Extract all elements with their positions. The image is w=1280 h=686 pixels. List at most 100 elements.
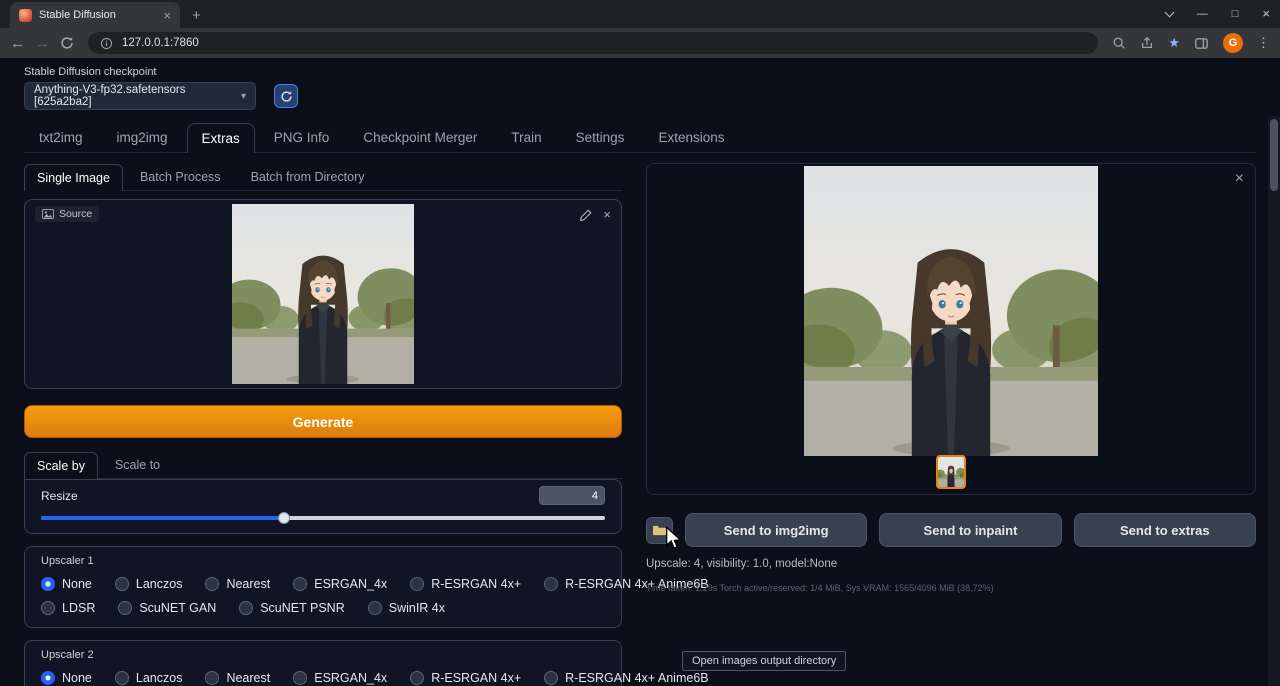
upscaler1-option-ldsr[interactable]: LDSR <box>41 601 95 615</box>
upscaler1-option-scunet-gan[interactable]: ScuNET GAN <box>118 601 216 615</box>
browser-menu-icon[interactable]: ⋮ <box>1257 35 1270 51</box>
upscaler2-option-lanczos[interactable]: Lanczos <box>115 671 183 685</box>
zoom-icon[interactable] <box>1112 36 1126 50</box>
radio-icon <box>410 577 424 591</box>
clear-image-icon[interactable]: × <box>603 207 611 222</box>
thumbnail-selected[interactable] <box>936 455 966 489</box>
tab-list-chevron-icon[interactable] <box>1164 7 1174 17</box>
window-controls: — □ × <box>1166 6 1270 21</box>
radio-icon <box>41 671 55 685</box>
slider-handle[interactable] <box>278 512 290 524</box>
radio-label: ScuNET PSNR <box>260 601 345 615</box>
profile-avatar[interactable]: G <box>1223 33 1243 53</box>
radio-icon <box>118 601 132 615</box>
site-info-icon[interactable] <box>100 37 113 50</box>
upscaler1-option-resrgan4x[interactable]: R-ESRGAN 4x+ <box>410 577 521 591</box>
browser-tab-title: Stable Diffusion <box>39 9 156 21</box>
radio-icon <box>115 671 129 685</box>
resize-slider[interactable] <box>41 516 605 520</box>
share-icon[interactable] <box>1140 36 1154 50</box>
upscaler1-option-scunet-psnr[interactable]: ScuNET PSNR <box>239 601 345 615</box>
page-scrollbar[interactable] <box>1268 116 1280 686</box>
checkpoint-section: Stable Diffusion checkpoint Anything-V3-… <box>24 66 1256 110</box>
window-close-button[interactable]: × <box>1262 6 1270 21</box>
send-to-inpaint-button[interactable]: Send to inpaint <box>879 513 1061 547</box>
edit-image-icon[interactable] <box>580 209 592 221</box>
checkpoint-value: Anything-V3-fp32.safetensors [625a2ba2] <box>34 84 241 108</box>
upscaler1-option-swinir4x[interactable]: SwinIR 4x <box>368 601 445 615</box>
tab-extras[interactable]: Extras <box>187 123 255 153</box>
toolbar-icons: ★ G ⋮ <box>1112 33 1270 53</box>
send-to-img2img-button[interactable]: Send to img2img <box>685 513 867 547</box>
upscaler2-option-esrgan4x[interactable]: ESRGAN_4x <box>293 671 387 685</box>
tab-close-icon[interactable]: × <box>163 9 171 22</box>
back-button[interactable]: ← <box>10 36 25 51</box>
generate-button[interactable]: Generate <box>24 405 622 438</box>
upscaler2-option-resrgan-anime6b[interactable]: R-ESRGAN 4x+ Anime6B <box>544 671 708 685</box>
tab-scale-to[interactable]: Scale to <box>102 451 173 478</box>
tab-checkpoint-merger[interactable]: Checkpoint Merger <box>348 122 492 152</box>
upscaler1-option-esrgan4x[interactable]: ESRGAN_4x <box>293 577 387 591</box>
upscaler-2-panel: Upscaler 2 None Lanczos Nearest ESRGAN_4… <box>24 640 622 686</box>
browser-tab[interactable]: Stable Diffusion × <box>10 2 180 28</box>
upscaler-1-panel: Upscaler 1 None Lanczos Nearest ESRGAN_4… <box>24 546 622 628</box>
send-to-extras-button[interactable]: Send to extras <box>1074 513 1256 547</box>
url-text: 127.0.0.1:7860 <box>122 37 199 49</box>
tab-settings[interactable]: Settings <box>561 122 640 152</box>
checkpoint-dropdown[interactable]: Anything-V3-fp32.safetensors [625a2ba2] … <box>24 82 256 110</box>
tab-img2img[interactable]: img2img <box>102 122 183 152</box>
left-panel: Single Image Batch Process Batch from Di… <box>24 163 622 686</box>
resize-label: Resize <box>41 489 78 503</box>
tab-extensions[interactable]: Extensions <box>643 122 739 152</box>
radio-label: ESRGAN_4x <box>314 671 387 685</box>
refresh-checkpoints-button[interactable] <box>274 84 298 108</box>
favicon-icon <box>19 9 32 22</box>
scale-tab-bar: Scale by Scale to <box>24 451 622 479</box>
result-info-text: Upscale: 4, visibility: 1.0, model:None <box>646 558 1256 570</box>
source-image <box>232 204 414 384</box>
radio-label: SwinIR 4x <box>389 601 445 615</box>
radio-label: ScuNET GAN <box>139 601 216 615</box>
upscaler2-option-none[interactable]: None <box>41 671 92 685</box>
tab-train[interactable]: Train <box>496 122 556 152</box>
radio-label: Lanczos <box>136 671 183 685</box>
radio-icon <box>368 601 382 615</box>
resize-number-input[interactable] <box>539 486 605 505</box>
source-image-dropzone[interactable]: Source × <box>24 199 622 389</box>
subtab-batch-from-directory[interactable]: Batch from Directory <box>238 163 378 190</box>
radio-icon <box>239 601 253 615</box>
image-tools: × <box>580 207 611 222</box>
gallery-close-icon[interactable]: × <box>1235 171 1244 187</box>
upscaler1-option-nearest[interactable]: Nearest <box>205 577 270 591</box>
bookmark-star-icon[interactable]: ★ <box>1168 35 1180 51</box>
browser-tab-strip: Stable Diffusion × + — □ × <box>0 0 1280 28</box>
upscaler1-option-lanczos[interactable]: Lanczos <box>115 577 183 591</box>
folder-tooltip: Open images output directory <box>682 651 846 671</box>
subtab-single-image[interactable]: Single Image <box>24 164 123 191</box>
upscaler-2-label: Upscaler 2 <box>41 649 605 661</box>
radio-icon <box>544 671 558 685</box>
result-panel: × Send to img2img Send to inpaint Send t… <box>646 163 1256 593</box>
radio-icon <box>205 671 219 685</box>
upscaler2-option-resrgan4x[interactable]: R-ESRGAN 4x+ <box>410 671 521 685</box>
radio-icon <box>115 577 129 591</box>
result-image[interactable] <box>804 166 1098 456</box>
maximize-button[interactable]: □ <box>1232 8 1239 20</box>
side-panel-icon[interactable] <box>1194 36 1209 51</box>
send-button-row: Send to img2img Send to inpaint Send to … <box>646 513 1256 547</box>
radio-label: Nearest <box>226 577 270 591</box>
radio-label: Nearest <box>226 671 270 685</box>
upscaler2-option-nearest[interactable]: Nearest <box>205 671 270 685</box>
scrollbar-thumb[interactable] <box>1270 119 1278 191</box>
tab-png-info[interactable]: PNG Info <box>259 122 345 152</box>
upscaler1-option-none[interactable]: None <box>41 577 92 591</box>
subtab-batch-process[interactable]: Batch Process <box>127 163 234 190</box>
url-bar[interactable]: 127.0.0.1:7860 <box>88 32 1098 54</box>
minimize-button[interactable]: — <box>1197 8 1208 20</box>
forward-button[interactable]: → <box>35 36 50 51</box>
thumbnail-strip <box>647 455 1255 489</box>
reload-button[interactable] <box>60 36 74 50</box>
new-tab-button[interactable]: + <box>192 8 201 23</box>
tab-scale-by[interactable]: Scale by <box>24 452 98 479</box>
tab-txt2img[interactable]: txt2img <box>24 122 98 152</box>
